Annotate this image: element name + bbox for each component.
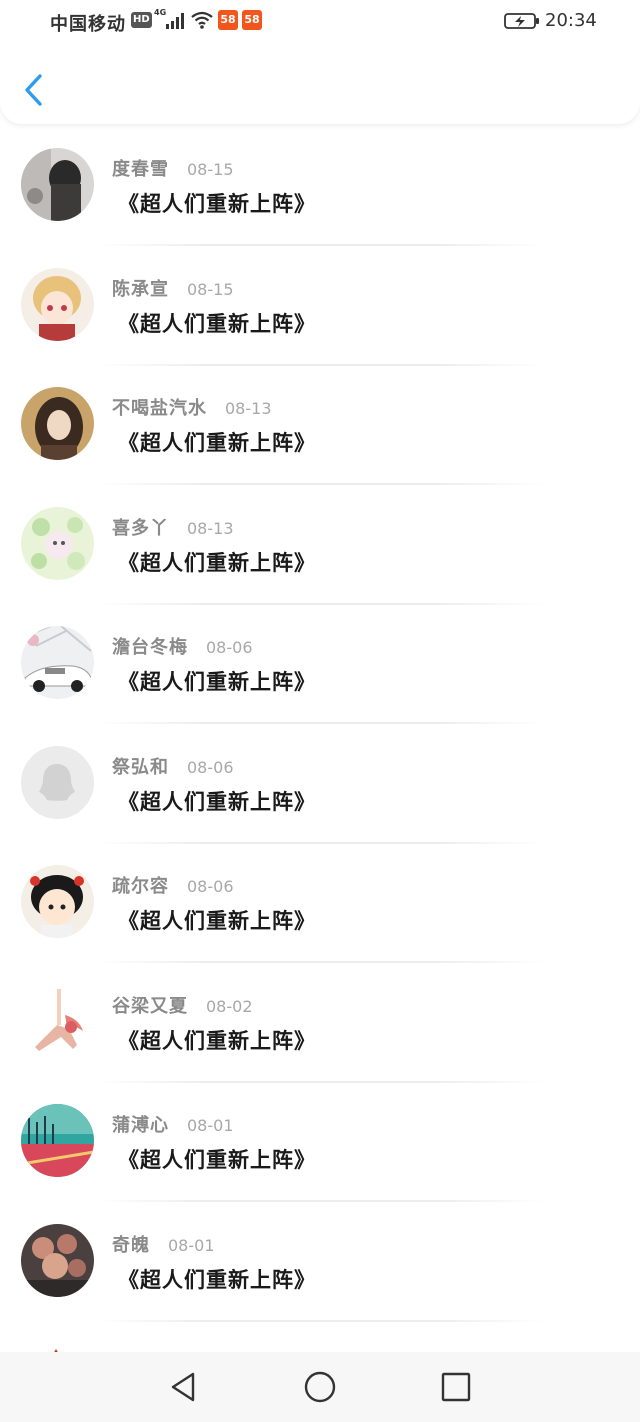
- nav-home-button[interactable]: [303, 1370, 337, 1404]
- avatar: [21, 387, 94, 460]
- triangle-back-icon: [171, 1372, 195, 1402]
- message-meta: 疏尔容 08-06: [112, 872, 234, 898]
- avatar: [21, 626, 94, 699]
- app-notification-icon: 58: [218, 10, 238, 30]
- sender-name: 奇魄: [112, 1234, 150, 1256]
- message-title: 《超人们重新上阵》: [118, 311, 316, 336]
- avatar: [21, 148, 94, 221]
- message-date: 08-01: [168, 1235, 215, 1255]
- message-title: 《超人们重新上阵》: [118, 789, 316, 814]
- message-meta: 喜多丫 08-13: [112, 514, 234, 540]
- sender-name: 喜多丫: [112, 517, 169, 539]
- message-meta: 谷梁又夏 08-02: [112, 992, 253, 1018]
- nav-back-button[interactable]: [167, 1370, 201, 1404]
- list-item[interactable]: 疏尔容 08-06 《超人们重新上阵》: [0, 843, 640, 963]
- header-card: 中国移动 HD 4G 58 58 20:34: [0, 0, 640, 124]
- divider: [96, 1319, 546, 1322]
- status-bar: 中国移动 HD 4G 58 58 20:34: [0, 0, 640, 44]
- signal-icon: [166, 13, 184, 29]
- message-date: 08-06: [187, 757, 234, 777]
- list-item[interactable]: 度春雪 08-15 《超人们重新上阵》: [0, 126, 640, 246]
- message-meta: 不喝盐汽水 08-13: [112, 394, 272, 420]
- avatar: [21, 267, 94, 341]
- battery-charging-icon: [504, 13, 539, 29]
- message-meta: 蒲溥心 08-01: [112, 1111, 234, 1137]
- message-date: 08-13: [225, 399, 272, 418]
- message-meta: 奇魄 08-01: [112, 1231, 215, 1257]
- avatar: [21, 745, 94, 819]
- list-item[interactable]: 蒲溥心 08-01 《超人们重新上阵》: [0, 1082, 640, 1202]
- app-notification-icon: 58: [242, 10, 262, 30]
- message-meta: 澹台冬梅 08-06: [112, 633, 253, 659]
- hd-badge: HD: [131, 12, 152, 28]
- sender-name: 疏尔容: [112, 876, 169, 897]
- sender-name: 蒲溥心: [112, 1115, 169, 1136]
- system-nav-bar: [0, 1352, 640, 1422]
- message-title: 《超人们重新上阵》: [118, 550, 316, 575]
- sender-name: 不喝盐汽水: [112, 398, 207, 419]
- list-item[interactable]: 喜多丫 08-13 《超人们重新上阵》: [0, 485, 640, 605]
- circle-home-icon: [304, 1371, 336, 1403]
- message-date: 08-15: [187, 279, 234, 299]
- message-title: 《超人们重新上阵》: [118, 670, 316, 694]
- list-item[interactable]: 陈承宣 08-15 《超人们重新上阵》: [0, 246, 640, 366]
- wifi-icon: [191, 11, 213, 29]
- sender-name: 陈承宣: [112, 278, 169, 300]
- message-date: 08-13: [187, 518, 234, 538]
- message-date: 08-06: [187, 877, 234, 896]
- avatar: [21, 984, 94, 1058]
- sender-name: 澹台冬梅: [112, 637, 188, 658]
- page: 中国移动 HD 4G 58 58 20:34 度春雪 08-15 《超人们重新上…: [0, 0, 640, 1422]
- message-list: 度春雪 08-15 《超人们重新上阵》 陈承宣 08-15 《超人们重新上阵》 不喝…: [0, 126, 640, 1322]
- message-date: 08-02: [206, 996, 253, 1016]
- avatar: [21, 506, 94, 580]
- status-time: 20:34: [545, 10, 597, 31]
- square-recents-icon: [441, 1372, 471, 1402]
- nav-recents-button[interactable]: [439, 1370, 473, 1404]
- back-button[interactable]: [18, 70, 52, 110]
- message-meta: 祭弘和 08-06: [112, 753, 234, 779]
- list-item[interactable]: 祭弘和 08-06 《超人们重新上阵》: [0, 724, 640, 844]
- message-title: 《超人们重新上阵》: [118, 1267, 316, 1292]
- message-meta: 陈承宣 08-15: [112, 275, 234, 301]
- message-title: 《超人们重新上阵》: [118, 909, 316, 933]
- message-date: 08-06: [206, 638, 253, 657]
- message-title: 《超人们重新上阵》: [118, 192, 316, 216]
- list-item[interactable]: 澹台冬梅 08-06 《超人们重新上阵》: [0, 604, 640, 724]
- chevron-left-icon: [25, 74, 42, 106]
- avatar: [21, 1223, 94, 1297]
- carrier-label: 中国移动: [50, 14, 126, 35]
- sender-name: 祭弘和: [112, 756, 169, 778]
- message-date: 08-01: [187, 1116, 234, 1135]
- sender-name: 度春雪: [112, 159, 169, 180]
- message-meta: 度春雪 08-15: [112, 155, 234, 181]
- message-title: 《超人们重新上阵》: [118, 431, 316, 455]
- message-title: 《超人们重新上阵》: [118, 1148, 316, 1172]
- message-title: 《超人们重新上阵》: [118, 1028, 316, 1053]
- message-date: 08-15: [187, 160, 234, 179]
- list-item[interactable]: 谷梁又夏 08-02 《超人们重新上阵》: [0, 963, 640, 1083]
- sender-name: 谷梁又夏: [112, 995, 188, 1017]
- avatar: [21, 1104, 94, 1177]
- list-item[interactable]: 奇魄 08-01 《超人们重新上阵》: [0, 1202, 640, 1322]
- list-item[interactable]: 不喝盐汽水 08-13 《超人们重新上阵》: [0, 365, 640, 485]
- avatar: [21, 865, 94, 938]
